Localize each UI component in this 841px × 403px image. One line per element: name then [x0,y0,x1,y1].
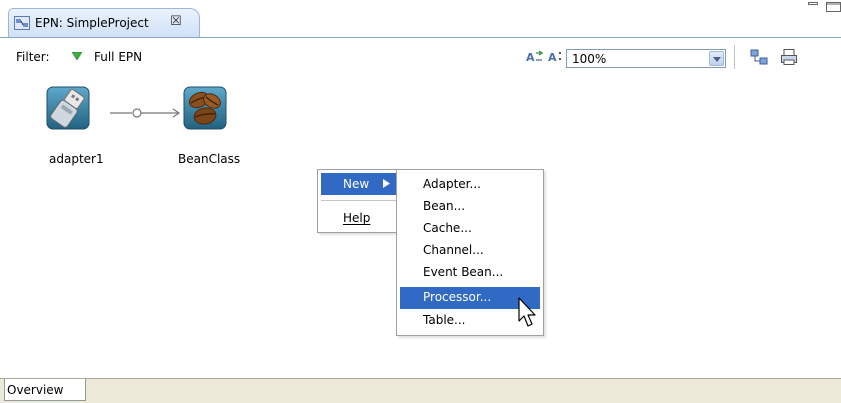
submenu-item-label: Table... [423,313,466,327]
submenu-item-label: Channel... [423,243,484,257]
menu-item-new-label: New [343,177,370,191]
tab-overview-label: Overview [7,383,64,397]
submenu-item-label: Cache... [423,221,472,235]
zoom-dropdown-button[interactable] [709,51,724,66]
bottom-tab-bar: Overview [0,378,841,403]
svg-text:A: A [548,51,557,64]
submenu-item-cache[interactable]: Cache... [400,218,540,240]
printer-icon[interactable] [780,48,798,66]
filter-label: Filter: [16,50,50,64]
auto-layout-icon[interactable]: A [526,50,544,64]
editor-tab-bar: EPN: SimpleProject ☒ [0,0,841,38]
editor-tab-title: EPN: SimpleProject [35,16,149,30]
usb-adapter-icon [46,86,90,130]
close-icon[interactable]: ☒ [170,14,182,29]
align-icon[interactable]: A [548,50,566,64]
submenu-item-event-bean[interactable]: Event Bean... [400,262,540,284]
submenu-item-label: Adapter... [423,177,481,191]
editor-tab-epn[interactable]: EPN: SimpleProject ☒ [8,8,200,38]
filter-toolbar: Filter: Full EPN A A 100% [0,37,841,74]
filter-value[interactable]: Full EPN [94,50,142,64]
diagram-icon[interactable] [750,48,768,66]
submenu-item-label: Processor... [423,290,492,304]
context-menu: New Help [317,169,400,233]
zoom-combo[interactable]: 100% [566,49,726,68]
svg-text:A: A [526,51,535,64]
channel-connector[interactable] [108,105,184,121]
submenu-item-bean[interactable]: Bean... [400,196,540,218]
mouse-pointer-icon [518,297,536,327]
submenu-item-adapter[interactable]: Adapter... [400,174,540,196]
chevron-down-icon [713,57,721,62]
node-label-beanclass: BeanClass [178,152,241,166]
menu-item-help[interactable]: Help [321,207,397,229]
epn-diagram-icon [14,16,30,30]
menu-separator [321,200,397,201]
toolbar-separator [734,45,735,69]
submenu-item-channel[interactable]: Channel... [400,240,540,262]
minimize-icon[interactable] [808,2,818,10]
zoom-value: 100% [572,52,607,66]
menu-item-help-label: Help [343,211,371,225]
node-label-adapter1: adapter1 [49,152,104,166]
triangle-down-icon[interactable] [72,52,82,60]
maximize-icon[interactable] [826,2,841,12]
submenu-item-label: Bean... [423,199,466,213]
submenu-item-label: Event Bean... [423,265,504,279]
menu-item-new[interactable]: New [321,173,397,195]
coffee-bean-icon [183,86,227,130]
submenu-arrow-icon [383,179,390,188]
tab-overview[interactable]: Overview [4,379,86,401]
